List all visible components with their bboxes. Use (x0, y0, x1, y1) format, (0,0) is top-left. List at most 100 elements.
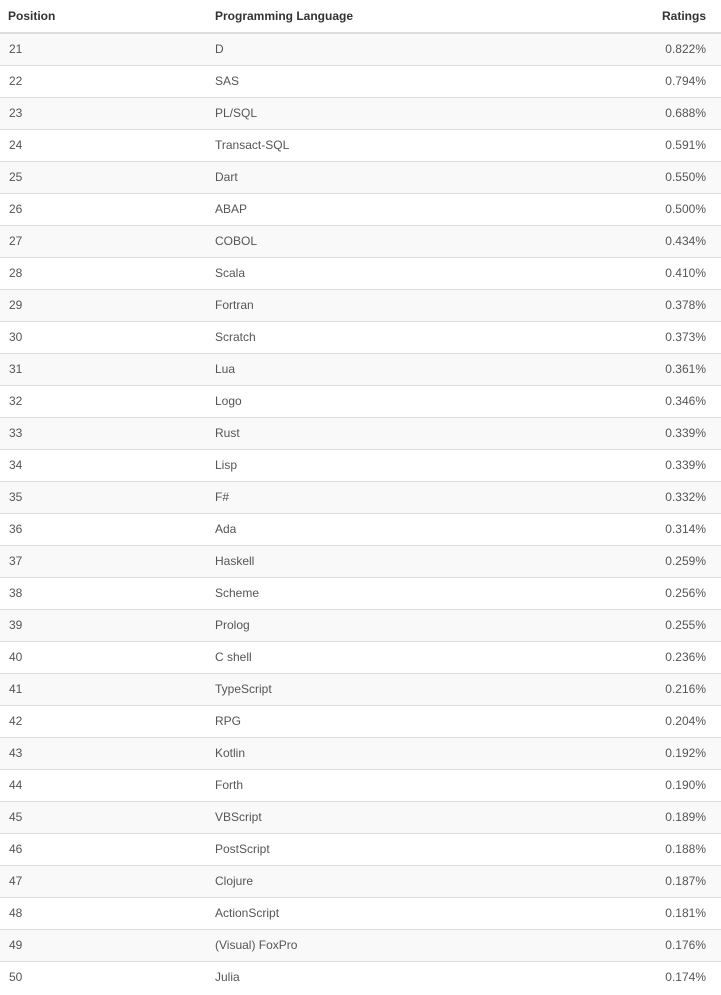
cell-language: COBOL (205, 224, 545, 257)
table-row: 35 F# 0.332% (0, 480, 721, 513)
header-position: Position (0, 0, 205, 34)
table-row: 40 C shell 0.236% (0, 640, 721, 673)
table-row: 37 Haskell 0.259% (0, 544, 721, 577)
cell-position: 47 (0, 864, 205, 897)
cell-position: 49 (0, 928, 205, 961)
cell-position: 25 (0, 160, 205, 193)
cell-language: ABAP (205, 192, 545, 225)
table-row: 50 Julia 0.174% (0, 960, 721, 993)
cell-rating: 0.361% (545, 352, 721, 385)
table-row: 21 D 0.822% (0, 33, 721, 65)
cell-rating: 0.434% (545, 224, 721, 257)
cell-position: 30 (0, 320, 205, 353)
cell-rating: 0.550% (545, 160, 721, 193)
table-row: 33 Rust 0.339% (0, 416, 721, 449)
cell-position: 35 (0, 480, 205, 513)
cell-language: VBScript (205, 800, 545, 833)
table-row: 28 Scala 0.410% (0, 256, 721, 289)
cell-rating: 0.591% (545, 128, 721, 161)
cell-language: Prolog (205, 608, 545, 641)
cell-rating: 0.410% (545, 256, 721, 289)
cell-language: Transact-SQL (205, 128, 545, 161)
table-row: 38 Scheme 0.256% (0, 576, 721, 609)
table-row: 26 ABAP 0.500% (0, 192, 721, 225)
cell-rating: 0.373% (545, 320, 721, 353)
table-row: 31 Lua 0.361% (0, 352, 721, 385)
table-row: 41 TypeScript 0.216% (0, 672, 721, 705)
cell-language: SAS (205, 64, 545, 97)
cell-rating: 0.256% (545, 576, 721, 609)
header-language: Programming Language (205, 0, 545, 34)
cell-language: (Visual) FoxPro (205, 928, 545, 961)
cell-rating: 0.187% (545, 864, 721, 897)
table-row: 43 Kotlin 0.192% (0, 736, 721, 769)
cell-rating: 0.174% (545, 960, 721, 993)
cell-position: 48 (0, 896, 205, 929)
cell-language: Lisp (205, 448, 545, 481)
cell-rating: 0.378% (545, 288, 721, 321)
cell-rating: 0.332% (545, 480, 721, 513)
cell-rating: 0.236% (545, 640, 721, 673)
table-row: 42 RPG 0.204% (0, 704, 721, 737)
cell-rating: 0.500% (545, 192, 721, 225)
table-row: 39 Prolog 0.255% (0, 608, 721, 641)
cell-language: C shell (205, 640, 545, 673)
cell-position: 31 (0, 352, 205, 385)
table-row: 36 Ada 0.314% (0, 512, 721, 545)
cell-rating: 0.794% (545, 64, 721, 97)
cell-language: Scheme (205, 576, 545, 609)
cell-language: D (215, 42, 224, 57)
cell-position: 43 (0, 736, 205, 769)
cell-position: 24 (0, 128, 205, 161)
cell-position: 33 (0, 416, 205, 449)
table-row: 32 Logo 0.346% (0, 384, 721, 417)
language-ratings-table: Position Programming Language Ratings 21… (0, 0, 721, 993)
cell-language: Fortran (205, 288, 545, 321)
table-row: 30 Scratch 0.373% (0, 320, 721, 353)
cell-language: Clojure (205, 864, 545, 897)
table-row: 49 (Visual) FoxPro 0.176% (0, 928, 721, 961)
cell-rating: 0.204% (545, 704, 721, 737)
cell-rating: 0.255% (545, 608, 721, 641)
table-row: 25 Dart 0.550% (0, 160, 721, 193)
cell-language: RPG (205, 704, 545, 737)
table-row: 29 Fortran 0.378% (0, 288, 721, 321)
cell-position: 26 (0, 192, 205, 225)
table-header-row: Position Programming Language Ratings (0, 0, 721, 34)
cell-language: Dart (205, 160, 545, 193)
cell-language: Logo (205, 384, 545, 417)
cell-language: Forth (205, 768, 545, 801)
cell-position: 45 (0, 800, 205, 833)
cell-rating: 0.188% (545, 832, 721, 865)
table-row: 27 COBOL 0.434% (0, 224, 721, 257)
cell-language: Julia (205, 960, 545, 993)
cell-language: Scala (205, 256, 545, 289)
cell-language: PL/SQL (205, 96, 545, 129)
table-row: 34 Lisp 0.339% (0, 448, 721, 481)
cell-position: 41 (0, 672, 205, 705)
cell-rating: 0.346% (545, 384, 721, 417)
cell-rating: 0.314% (545, 512, 721, 545)
cell-position: 37 (0, 544, 205, 577)
table-row: 48 ActionScript 0.181% (0, 896, 721, 929)
cell-language: Haskell (205, 544, 545, 577)
cell-position: 50 (0, 960, 205, 993)
cell-rating: 0.822% (665, 42, 706, 57)
cell-position: 22 (0, 64, 205, 97)
cell-position: 40 (0, 640, 205, 673)
cell-position: 23 (0, 96, 205, 129)
cell-language: PostScript (205, 832, 545, 865)
cell-language: TypeScript (205, 672, 545, 705)
cell-language: Ada (205, 512, 545, 545)
cell-language: Lua (205, 352, 545, 385)
table-row: 45 VBScript 0.189% (0, 800, 721, 833)
cell-position: 29 (0, 288, 205, 321)
table-row: 47 Clojure 0.187% (0, 864, 721, 897)
cell-language: Rust (205, 416, 545, 449)
cell-language: ActionScript (205, 896, 545, 929)
cell-rating: 0.339% (545, 416, 721, 449)
cell-position: 44 (0, 768, 205, 801)
cell-rating: 0.216% (545, 672, 721, 705)
cell-rating: 0.181% (545, 896, 721, 929)
cell-rating: 0.190% (545, 768, 721, 801)
